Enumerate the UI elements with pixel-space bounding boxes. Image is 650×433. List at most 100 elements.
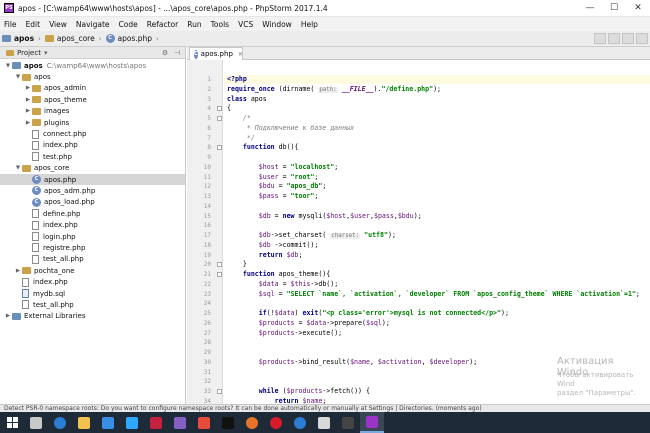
code-line[interactable]: */	[227, 134, 255, 142]
app-icon[interactable]	[192, 412, 216, 433]
settings-icon[interactable]: ⚙	[161, 49, 169, 57]
media-icon[interactable]	[336, 412, 360, 433]
collapsed-arrow-icon[interactable]: ▶	[4, 313, 12, 319]
terminal-icon[interactable]	[216, 412, 240, 433]
menu-navigate[interactable]: Navigate	[76, 20, 110, 29]
code-line[interactable]: $products->bind_result($name, $activatio…	[227, 358, 477, 366]
menu-edit[interactable]: Edit	[26, 20, 41, 29]
fold-marker-icon[interactable]	[217, 262, 222, 268]
code-line[interactable]: <?php	[227, 75, 247, 83]
collapsed-arrow-icon[interactable]: ▶	[24, 97, 32, 103]
project-panel-title[interactable]: Project	[17, 49, 41, 57]
tree-item[interactable]: ▶ apos_admin	[0, 83, 185, 94]
search-everywhere-button[interactable]	[636, 33, 648, 44]
tree-item[interactable]: define.php	[0, 208, 185, 219]
code-line[interactable]: return $db;	[227, 251, 303, 259]
acrobat-icon[interactable]	[144, 412, 168, 433]
tree-item[interactable]: ▼ apos	[0, 71, 185, 82]
code-line[interactable]: $user = "root";	[227, 173, 319, 181]
settings-icon[interactable]	[312, 412, 336, 433]
task-view-icon[interactable]	[24, 412, 48, 433]
tree-item[interactable]: Capos_load.php	[0, 197, 185, 208]
opera-icon[interactable]	[264, 412, 288, 433]
fold-marker-icon[interactable]	[217, 389, 222, 394]
debug-button[interactable]	[622, 33, 634, 44]
code-editor[interactable]: 1 2 3 4 5 6 7 8 9 10 11 12 13 14 15 16 17 18 19 20 21 22 23 24 2…	[187, 60, 650, 404]
fold-marker-icon[interactable]	[217, 145, 222, 151]
expanded-arrow-icon[interactable]: ▼	[14, 74, 22, 80]
tree-item[interactable]: ▶ apos_theme	[0, 94, 185, 105]
fold-marker-icon[interactable]	[217, 106, 222, 112]
code-line[interactable]: require_once (dirname( path: __FILE__)."…	[227, 85, 441, 93]
tab-apos-php[interactable]: C apos.php ✕	[189, 47, 243, 60]
tree-item[interactable]: ▶ plugins	[0, 117, 185, 128]
code-line[interactable]: if(!$data) exit("<p class='error'>mysql …	[227, 309, 509, 317]
tree-item[interactable]: test.php	[0, 151, 185, 162]
menu-run[interactable]: Run	[187, 20, 201, 29]
code-line[interactable]: class apos	[227, 95, 267, 103]
code-line[interactable]: /*	[227, 114, 251, 122]
store-icon[interactable]	[96, 412, 120, 433]
phpstorm-icon[interactable]	[360, 412, 384, 433]
tree-item[interactable]: ▼ apos_core	[0, 163, 185, 174]
menu-help[interactable]: Help	[301, 20, 318, 29]
tree-item[interactable]: registre.php	[0, 242, 185, 253]
menu-tools[interactable]: Tools	[211, 20, 229, 29]
explorer-icon[interactable]	[72, 412, 96, 433]
code-line[interactable]: $sql = "SELECT `name`, `activation`, `de…	[227, 290, 640, 298]
collapsed-arrow-icon[interactable]: ▶	[24, 120, 32, 126]
code-line[interactable]: {	[227, 104, 231, 112]
tree-item[interactable]: ▶ images	[0, 106, 185, 117]
code-line[interactable]: }	[227, 260, 247, 268]
menu-code[interactable]: Code	[119, 20, 138, 29]
close-tab-icon[interactable]: ✕	[238, 51, 243, 58]
tree-item[interactable]: mydb.sql	[0, 288, 185, 299]
collapsed-arrow-icon[interactable]: ▶	[24, 108, 32, 114]
maximize-button[interactable]: ☐	[602, 0, 626, 17]
menu-file[interactable]: File	[4, 20, 17, 29]
edge-icon-2[interactable]	[288, 412, 312, 433]
code-line[interactable]: $pass = "toor";	[227, 192, 319, 200]
collapsed-arrow-icon[interactable]: ▶	[24, 85, 32, 91]
menu-refactor[interactable]: Refactor	[147, 20, 178, 29]
code-line[interactable]: return $name;	[227, 397, 327, 404]
tree-item[interactable]: ▼ apos C:\wamp64\www\hosts\apos	[0, 60, 185, 71]
tree-item[interactable]: index.php	[0, 140, 185, 151]
code-line[interactable]: $db = new mysqli($host,$user,$pass,$bdu)…	[227, 212, 422, 220]
edge-icon[interactable]	[48, 412, 72, 433]
expanded-arrow-icon[interactable]: ▼	[4, 63, 12, 69]
hide-icon[interactable]: ⊣	[173, 49, 181, 57]
tree-item[interactable]: index.php	[0, 276, 185, 287]
visual-studio-icon[interactable]	[168, 412, 192, 433]
tree-item[interactable]: ▶ External Libraries	[0, 311, 185, 322]
code-line[interactable]: $bdu = "apos_db";	[227, 182, 327, 190]
run-button[interactable]	[608, 33, 620, 44]
tree-item[interactable]: Capos.php	[0, 173, 185, 186]
close-button[interactable]: ✕	[626, 0, 650, 17]
code-line[interactable]: function db(){	[227, 143, 299, 151]
tree-item[interactable]: index.php	[0, 219, 185, 230]
code-line[interactable]: function apos_theme(){	[227, 270, 330, 278]
tree-item[interactable]: login.php	[0, 231, 185, 242]
photoshop-icon[interactable]	[120, 412, 144, 433]
tree-item[interactable]: test_all.php	[0, 299, 185, 310]
windows-start-icon[interactable]	[0, 412, 24, 433]
code-line[interactable]: $products->execute();	[227, 329, 342, 337]
firefox-icon[interactable]	[240, 412, 264, 433]
tree-item[interactable]: ▶ pochta_one	[0, 265, 185, 276]
code-line[interactable]: $db ->commit();	[227, 241, 319, 249]
menu-vcs[interactable]: VCS	[238, 20, 253, 29]
breadcrumb-folder[interactable]: apos_core ›	[44, 34, 102, 43]
chevron-down-icon[interactable]: ▾	[44, 49, 48, 57]
breadcrumb-file[interactable]: Capos.php ›	[105, 34, 159, 43]
code-line[interactable]: $products = $data->prepare($sql);	[227, 319, 390, 327]
tree-item[interactable]: Capos_adm.php	[0, 185, 185, 196]
tree-item[interactable]: test_all.php	[0, 254, 185, 265]
fold-marker-icon[interactable]	[217, 272, 222, 277]
collapsed-arrow-icon[interactable]: ▶	[14, 268, 22, 274]
fold-marker-icon[interactable]	[217, 116, 222, 121]
code-line[interactable]: while ($products->fetch()) {	[227, 387, 370, 395]
code-line[interactable]: $db->set_charset( charset: "utf8");	[227, 231, 396, 239]
menu-window[interactable]: Window	[262, 20, 292, 29]
menu-view[interactable]: View	[49, 20, 67, 29]
